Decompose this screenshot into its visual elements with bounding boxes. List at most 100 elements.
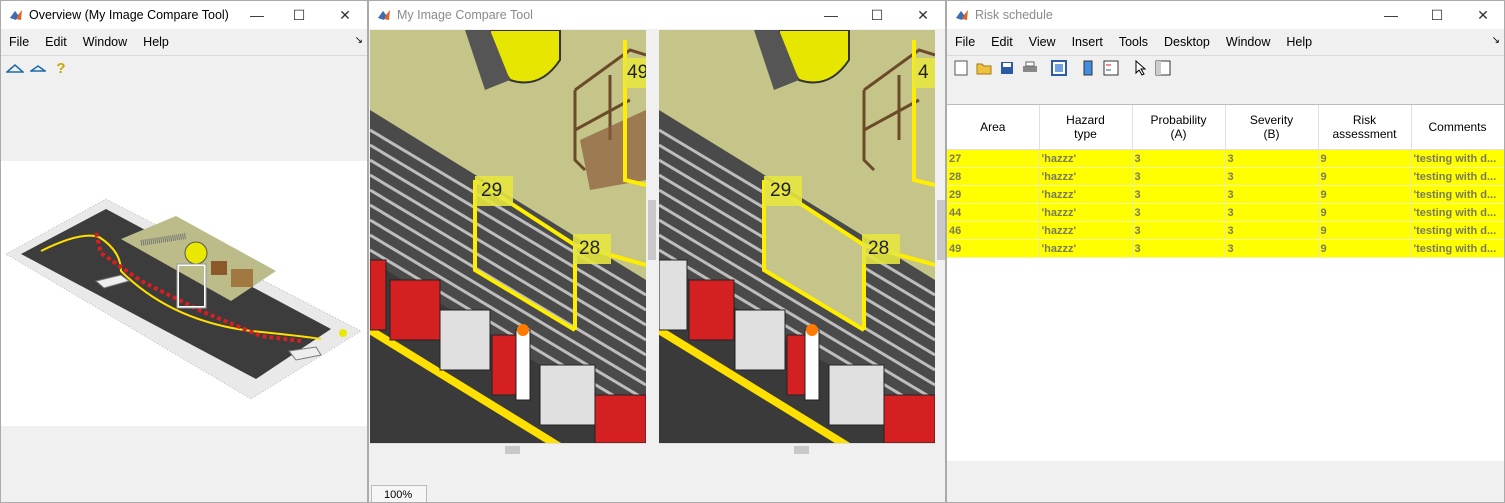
cell-probability[interactable]: 3 bbox=[1132, 149, 1226, 168]
cell-severity[interactable]: 3 bbox=[1225, 203, 1319, 222]
close-button[interactable]: ✕ bbox=[1461, 1, 1504, 29]
cell-comments[interactable]: 'testing with d... bbox=[1411, 203, 1504, 222]
table-header-row: Area Hazard type Probability (A) Severity(… bbox=[947, 105, 1504, 150]
cell-hazard[interactable]: 'hazzz' bbox=[1039, 185, 1133, 204]
link-figure-icon[interactable] bbox=[1049, 58, 1069, 78]
matlab-logo-icon bbox=[955, 8, 969, 22]
cell-area[interactable]: 49 bbox=[947, 239, 1040, 258]
menu-tools[interactable]: Tools bbox=[1111, 29, 1156, 55]
table-row[interactable]: 44 'hazzz' 3 3 9 'testing with d... bbox=[947, 203, 1504, 222]
column-header-severity[interactable]: Severity (B) bbox=[1225, 105, 1319, 150]
cell-severity[interactable]: 3 bbox=[1225, 149, 1319, 168]
column-header-risk-assessment[interactable]: Risk assessment bbox=[1318, 105, 1412, 150]
overview-image[interactable] bbox=[1, 161, 367, 426]
menu-file[interactable]: File bbox=[1, 29, 37, 55]
zoom-in-icon[interactable] bbox=[5, 58, 25, 78]
cell-risk[interactable]: 9 bbox=[1318, 203, 1412, 222]
cell-comments[interactable]: 'testing with d... bbox=[1411, 239, 1504, 258]
overview-toolbar: ? bbox=[1, 55, 367, 80]
cell-probability[interactable]: 3 bbox=[1132, 203, 1226, 222]
left-image-pane[interactable]: 29 28 49 bbox=[370, 30, 646, 443]
cell-severity[interactable]: 3 bbox=[1225, 185, 1319, 204]
right-horizontal-scrollbar[interactable] bbox=[659, 443, 935, 456]
cell-area[interactable]: 44 bbox=[947, 203, 1040, 222]
cell-probability[interactable]: 3 bbox=[1132, 185, 1226, 204]
close-button[interactable]: ✕ bbox=[323, 1, 367, 29]
cell-hazard[interactable]: 'hazzz' bbox=[1039, 239, 1133, 258]
menu-window[interactable]: Window bbox=[75, 29, 135, 55]
cell-area[interactable]: 46 bbox=[947, 221, 1040, 240]
dock-arrow-icon[interactable]: ↘ bbox=[355, 35, 363, 46]
column-header-comments[interactable]: Comments bbox=[1411, 105, 1504, 150]
matlab-logo-icon bbox=[377, 8, 391, 22]
open-folder-icon[interactable] bbox=[974, 58, 994, 78]
cell-severity[interactable]: 3 bbox=[1225, 167, 1319, 186]
cell-risk[interactable]: 9 bbox=[1318, 185, 1412, 204]
table-row[interactable]: 49 'hazzz' 3 3 9 'testing with d... bbox=[947, 239, 1504, 258]
menu-edit[interactable]: Edit bbox=[983, 29, 1021, 55]
risk-titlebar[interactable]: Risk schedule — ☐ ✕ bbox=[947, 1, 1504, 29]
cell-risk[interactable]: 9 bbox=[1318, 221, 1412, 240]
property-editor-icon[interactable] bbox=[1153, 58, 1173, 78]
menu-edit[interactable]: Edit bbox=[37, 29, 75, 55]
cell-risk[interactable]: 9 bbox=[1318, 149, 1412, 168]
menu-help[interactable]: Help bbox=[135, 29, 177, 55]
menu-desktop[interactable]: Desktop bbox=[1156, 29, 1218, 55]
cell-risk[interactable]: 9 bbox=[1318, 167, 1412, 186]
cell-comments[interactable]: 'testing with d... bbox=[1411, 185, 1504, 204]
menu-window[interactable]: Window bbox=[1218, 29, 1278, 55]
table-row[interactable]: 27 'hazzz' 3 3 9 'testing with d... bbox=[947, 149, 1504, 168]
dock-arrow-icon[interactable]: ↘ bbox=[1492, 35, 1500, 46]
compare-titlebar[interactable]: My Image Compare Tool — ☐ ✕ bbox=[369, 1, 945, 29]
cell-probability[interactable]: 3 bbox=[1132, 167, 1226, 186]
left-vertical-scrollbar[interactable] bbox=[646, 30, 658, 443]
menu-view[interactable]: View bbox=[1021, 29, 1064, 55]
cell-probability[interactable]: 3 bbox=[1132, 239, 1226, 258]
table-row[interactable]: 46 'hazzz' 3 3 9 'testing with d... bbox=[947, 221, 1504, 240]
cell-risk[interactable]: 9 bbox=[1318, 239, 1412, 258]
column-header-area[interactable]: Area bbox=[947, 105, 1040, 150]
zone-label-29: 29 bbox=[481, 180, 503, 201]
right-vertical-scrollbar[interactable] bbox=[935, 30, 945, 443]
cell-severity[interactable]: 3 bbox=[1225, 221, 1319, 240]
left-horizontal-scrollbar[interactable] bbox=[370, 443, 646, 456]
cell-probability[interactable]: 3 bbox=[1132, 221, 1226, 240]
overview-titlebar[interactable]: Overview (My Image Compare Tool) — ☐ ✕ bbox=[1, 1, 367, 29]
table-row[interactable]: 29 'hazzz' 3 3 9 'testing with d... bbox=[947, 185, 1504, 204]
maximize-button[interactable]: ☐ bbox=[277, 1, 321, 29]
new-file-icon[interactable] bbox=[951, 58, 971, 78]
close-button[interactable]: ✕ bbox=[901, 1, 945, 29]
colorbar-icon[interactable] bbox=[1078, 58, 1098, 78]
cell-area[interactable]: 29 bbox=[947, 185, 1040, 204]
cell-comments[interactable]: 'testing with d... bbox=[1411, 221, 1504, 240]
column-header-probability[interactable]: Probability (A) bbox=[1132, 105, 1226, 150]
risk-table[interactable]: Area Hazard type Probability (A) Severity(… bbox=[947, 104, 1504, 461]
cell-area[interactable]: 28 bbox=[947, 167, 1040, 186]
menu-file[interactable]: File bbox=[947, 29, 983, 55]
help-icon[interactable]: ? bbox=[51, 58, 71, 78]
table-row[interactable]: 28 'hazzz' 3 3 9 'testing with d... bbox=[947, 167, 1504, 186]
minimize-button[interactable]: — bbox=[235, 1, 279, 29]
cell-area[interactable]: 27 bbox=[947, 149, 1040, 168]
cell-hazard[interactable]: 'hazzz' bbox=[1039, 203, 1133, 222]
save-icon[interactable] bbox=[997, 58, 1017, 78]
window-title: Overview (My Image Compare Tool) bbox=[29, 8, 229, 22]
maximize-button[interactable]: ☐ bbox=[1415, 1, 1459, 29]
minimize-button[interactable]: — bbox=[809, 1, 853, 29]
cell-comments[interactable]: 'testing with d... bbox=[1411, 167, 1504, 186]
cell-severity[interactable]: 3 bbox=[1225, 239, 1319, 258]
cell-hazard[interactable]: 'hazzz' bbox=[1039, 221, 1133, 240]
right-image-pane[interactable]: 29 28 4 bbox=[659, 30, 935, 443]
print-icon[interactable] bbox=[1020, 58, 1040, 78]
menu-help[interactable]: Help bbox=[1278, 29, 1320, 55]
zoom-out-icon[interactable] bbox=[28, 58, 48, 78]
minimize-button[interactable]: — bbox=[1369, 1, 1413, 29]
cell-hazard[interactable]: 'hazzz' bbox=[1039, 149, 1133, 168]
cell-hazard[interactable]: 'hazzz' bbox=[1039, 167, 1133, 186]
legend-icon[interactable] bbox=[1101, 58, 1121, 78]
column-header-hazard-type[interactable]: Hazard type bbox=[1039, 105, 1133, 150]
menu-insert[interactable]: Insert bbox=[1064, 29, 1111, 55]
maximize-button[interactable]: ☐ bbox=[855, 1, 899, 29]
cell-comments[interactable]: 'testing with d... bbox=[1411, 149, 1504, 168]
pointer-icon[interactable] bbox=[1130, 58, 1150, 78]
